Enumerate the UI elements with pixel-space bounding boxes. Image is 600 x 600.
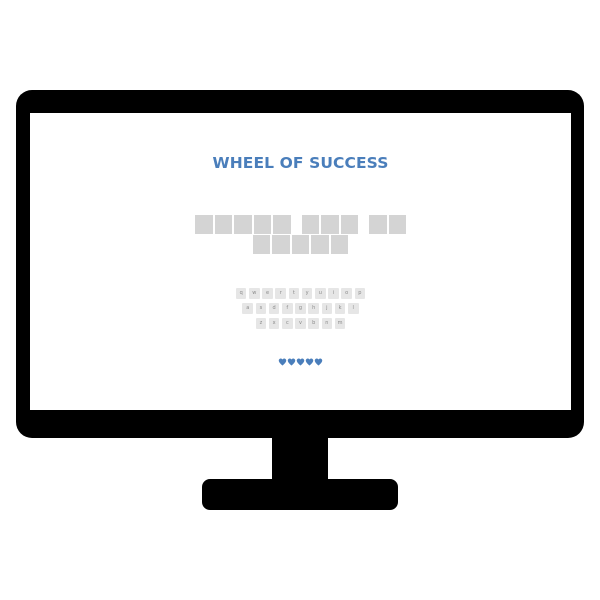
letter-key-o[interactable]: o (341, 288, 352, 299)
puzzle-letter-tile (301, 215, 319, 234)
heart-icon (278, 358, 287, 366)
puzzle-letter-tile (273, 215, 291, 234)
puzzle-letter-tile (321, 215, 339, 234)
letter-key-v[interactable]: v (295, 318, 306, 329)
puzzle-letter-tile (291, 235, 310, 254)
letter-key-r[interactable]: r (275, 288, 287, 299)
puzzle-letter-tile (311, 235, 329, 254)
monitor-screen: WHEEL OF SUCCESS qwertyuiop asdfghjkl zxcv… (30, 113, 571, 410)
letter-key-q[interactable]: q (235, 288, 247, 299)
letter-key-w[interactable]: w (249, 288, 260, 299)
letter-key-c[interactable]: c (282, 318, 293, 329)
puzzle-letter-tile (340, 215, 358, 234)
puzzle-letter-tile (195, 215, 213, 234)
letter-key-u[interactable]: u (314, 288, 326, 299)
puzzle-letter-tile (214, 215, 232, 234)
puzzle-line (30, 235, 571, 254)
letter-key-m[interactable]: m (334, 318, 346, 329)
letter-key-t[interactable]: t (288, 288, 300, 299)
letter-key-y[interactable]: y (301, 288, 313, 299)
puzzle-letter-tile (369, 215, 387, 234)
heart-icon (314, 358, 323, 366)
letter-key-l[interactable]: l (347, 303, 359, 314)
letter-key-f[interactable]: f (282, 303, 293, 314)
letter-key-z[interactable]: z (255, 318, 267, 329)
puzzle-board (30, 215, 571, 255)
heart-icon (287, 358, 296, 366)
letter-key-x[interactable]: x (268, 318, 280, 329)
letter-key-g[interactable]: g (295, 303, 306, 314)
keyboard-row: qwertyuiop (30, 288, 571, 299)
puzzle-letter-tile (234, 215, 252, 234)
puzzle-letter-tile (252, 235, 271, 254)
monitor-stand-neck (272, 436, 328, 484)
letter-key-k[interactable]: k (334, 303, 346, 314)
letter-key-b[interactable]: b (308, 318, 319, 329)
puzzle-word (369, 215, 406, 234)
puzzle-word (252, 235, 349, 254)
puzzle-line (30, 215, 571, 234)
heart-icon (296, 358, 305, 366)
letter-key-d[interactable]: d (268, 303, 280, 314)
letter-key-h[interactable]: h (308, 303, 319, 314)
puzzle-letter-tile (330, 235, 349, 254)
puzzle-letter-tile (253, 215, 271, 234)
letter-key-p[interactable]: p (354, 288, 366, 299)
desktop-stage: WHEEL OF SUCCESS qwertyuiop asdfghjkl zxcv… (0, 0, 600, 600)
lives-indicator (30, 357, 571, 367)
puzzle-letter-tile (388, 215, 406, 234)
letter-key-j[interactable]: j (321, 303, 333, 314)
puzzle-word (301, 215, 358, 234)
letter-key-e[interactable]: e (262, 288, 273, 299)
letter-keyboard: qwertyuiop asdfghjkl zxcvbnm (30, 288, 571, 333)
letter-key-a[interactable]: a (242, 303, 254, 314)
letter-key-i[interactable]: i (328, 288, 339, 299)
game-title: WHEEL OF SUCCESS (212, 154, 389, 172)
heart-icon (305, 358, 314, 366)
puzzle-word (195, 215, 291, 234)
keyboard-row: asdfghjkl (30, 303, 571, 314)
monitor-stand-base (202, 479, 398, 510)
puzzle-letter-tile (272, 235, 290, 254)
keyboard-row: zxcvbnm (30, 318, 571, 329)
letter-key-s[interactable]: s (255, 303, 267, 314)
letter-key-n[interactable]: n (321, 318, 333, 329)
